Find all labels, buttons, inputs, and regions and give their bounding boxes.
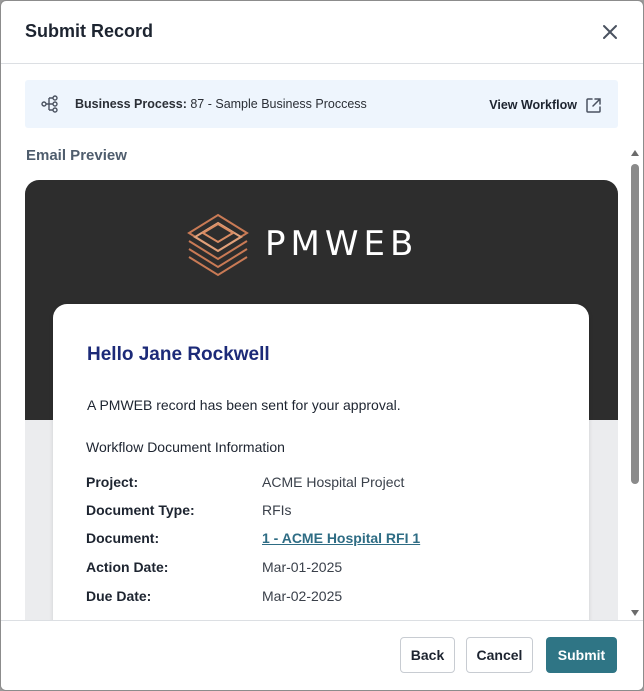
back-button[interactable]: Back [400, 637, 455, 673]
info-label: Document Type: [86, 502, 195, 518]
business-process-text: Business Process: 87 - Sample Business P… [75, 97, 367, 111]
info-label: Project: [86, 474, 139, 490]
pmweb-logo: PMWEB [185, 210, 418, 278]
email-card: Hello Jane Rockwell A PMWEB record has b… [53, 304, 589, 620]
info-label: Due Date: [86, 588, 152, 604]
document-link[interactable]: 1 - ACME Hospital RFI 1 [262, 530, 420, 546]
submit-button[interactable]: Submit [546, 637, 617, 673]
pmweb-logo-icon [187, 213, 249, 277]
workflow-icon [41, 95, 58, 113]
info-label: Document: [86, 530, 160, 546]
external-link-icon [586, 97, 601, 113]
email-greeting: Hello Jane Rockwell [87, 344, 270, 365]
view-workflow-label: View Workflow [489, 98, 577, 112]
cancel-button[interactable]: Cancel [466, 637, 533, 673]
workflow-info-title: Workflow Document Information [86, 439, 285, 455]
scroll-down-arrow-icon[interactable] [631, 610, 639, 616]
business-process-label: Business Process: [75, 97, 187, 111]
business-process-bar: Business Process: 87 - Sample Business P… [25, 80, 618, 128]
email-message: A PMWEB record has been sent for your ap… [87, 397, 401, 413]
scroll-up-arrow-icon[interactable] [631, 150, 639, 156]
vertical-scrollbar[interactable] [630, 150, 640, 620]
close-button[interactable] [599, 21, 621, 43]
pmweb-logo-text: PMWEB [265, 224, 419, 264]
info-value: ACME Hospital Project [262, 474, 405, 490]
dialog-body[interactable]: Business Process: 87 - Sample Business P… [1, 64, 643, 620]
view-workflow-link[interactable]: View Workflow [489, 95, 602, 115]
email-preview-label: Email Preview [26, 147, 127, 164]
info-value: RFIs [262, 502, 292, 518]
submit-record-dialog: Submit Record Business Process: 87 - Sam… [0, 0, 644, 691]
info-value: Mar-02-2025 [262, 588, 343, 604]
email-preview: PMWEB Hello Jane Rockwell A PMWEB record… [25, 180, 618, 620]
dialog-title: Submit Record [25, 21, 154, 41]
scrollbar-thumb[interactable] [631, 164, 639, 484]
close-icon [603, 25, 617, 39]
info-label: Action Date: [86, 559, 169, 575]
business-process-value: 87 - Sample Business Proccess [190, 97, 367, 111]
info-value: Mar-01-2025 [262, 559, 343, 575]
dialog-header: Submit Record [1, 1, 643, 64]
dialog-footer: Back Cancel Submit [1, 620, 643, 690]
